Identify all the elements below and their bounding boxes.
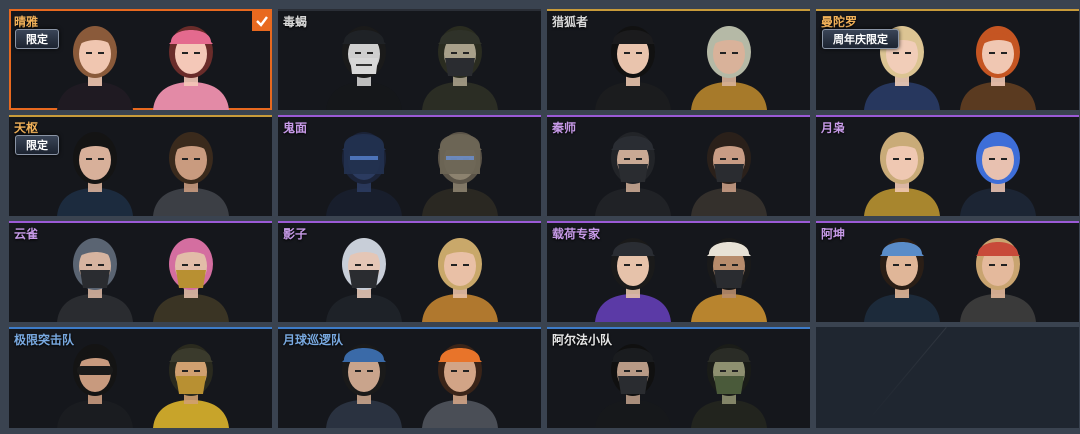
skin-card[interactable]: 晴雅 限定 <box>9 9 272 110</box>
character-portrait <box>418 122 502 216</box>
skin-name: 秦师 <box>552 121 577 135</box>
skin-card[interactable]: 云雀 <box>9 221 272 322</box>
skin-name: 鬼面 <box>283 121 308 135</box>
skin-name: 天枢 <box>14 121 39 135</box>
skin-card[interactable]: 鬼面 <box>278 115 541 216</box>
character-portrait <box>687 334 771 428</box>
skin-name: 曼陀罗 <box>821 15 858 29</box>
character-portrait <box>591 16 675 110</box>
skin-name: 影子 <box>283 227 308 241</box>
skin-card[interactable]: 载荷专家 <box>547 221 810 322</box>
skin-name: 月球巡逻队 <box>283 333 344 347</box>
limited-badge: 限定 <box>15 135 59 155</box>
skin-card[interactable]: 天枢 限定 <box>9 115 272 216</box>
character-portrait <box>149 16 233 110</box>
skin-card[interactable]: 月球巡逻队 <box>278 327 541 428</box>
character-portrait <box>687 122 771 216</box>
skin-name: 极限突击队 <box>14 333 75 347</box>
character-portrait <box>956 122 1040 216</box>
character-portrait <box>53 334 137 428</box>
character-portrait <box>687 16 771 110</box>
character-portrait <box>591 122 675 216</box>
skin-card[interactable]: 影子 <box>278 221 541 322</box>
skin-card[interactable]: 毒蝎 <box>278 9 541 110</box>
character-portrait <box>418 228 502 322</box>
skin-name: 阿尔法小队 <box>552 333 613 347</box>
character-portrait <box>860 122 944 216</box>
skin-name: 猎狐者 <box>552 15 589 29</box>
character-portrait <box>591 228 675 322</box>
skin-name: 云雀 <box>14 227 39 241</box>
skin-name: 阿坤 <box>821 227 846 241</box>
skin-grid: 晴雅 限定 毒蝎 猎狐者 曼陀罗 周年庆限定 天枢 限定 鬼面 秦师 月枭 云雀 影子 载荷专家 阿坤 极限突… <box>9 9 1079 428</box>
skin-card[interactable]: 月枭 <box>816 115 1079 216</box>
character-portrait <box>322 122 406 216</box>
character-portrait <box>418 16 502 110</box>
skin-card[interactable]: 极限突击队 <box>9 327 272 428</box>
empty-slot <box>816 327 1079 428</box>
character-portrait <box>687 228 771 322</box>
character-portrait <box>591 334 675 428</box>
skin-name: 晴雅 <box>14 15 39 29</box>
skin-name: 载荷专家 <box>552 227 601 241</box>
skin-card[interactable]: 阿尔法小队 <box>547 327 810 428</box>
character-portrait <box>149 334 233 428</box>
character-portrait <box>53 122 137 216</box>
character-portrait <box>149 228 233 322</box>
limited-badge: 周年庆限定 <box>822 29 899 49</box>
character-portrait <box>860 228 944 322</box>
character-portrait <box>418 334 502 428</box>
limited-badge: 限定 <box>15 29 59 49</box>
skin-name: 毒蝎 <box>283 15 308 29</box>
character-portrait <box>53 228 137 322</box>
skin-name: 月枭 <box>821 121 846 135</box>
skin-card[interactable]: 秦师 <box>547 115 810 216</box>
skin-card[interactable]: 阿坤 <box>816 221 1079 322</box>
skin-card[interactable]: 猎狐者 <box>547 9 810 110</box>
character-portrait <box>956 228 1040 322</box>
skin-card[interactable]: 曼陀罗 周年庆限定 <box>816 9 1079 110</box>
character-portrait <box>149 122 233 216</box>
checkmark-icon <box>252 11 272 31</box>
character-portrait <box>956 16 1040 110</box>
character-portrait <box>322 334 406 428</box>
character-portrait <box>53 16 137 110</box>
character-portrait <box>322 16 406 110</box>
character-portrait <box>322 228 406 322</box>
